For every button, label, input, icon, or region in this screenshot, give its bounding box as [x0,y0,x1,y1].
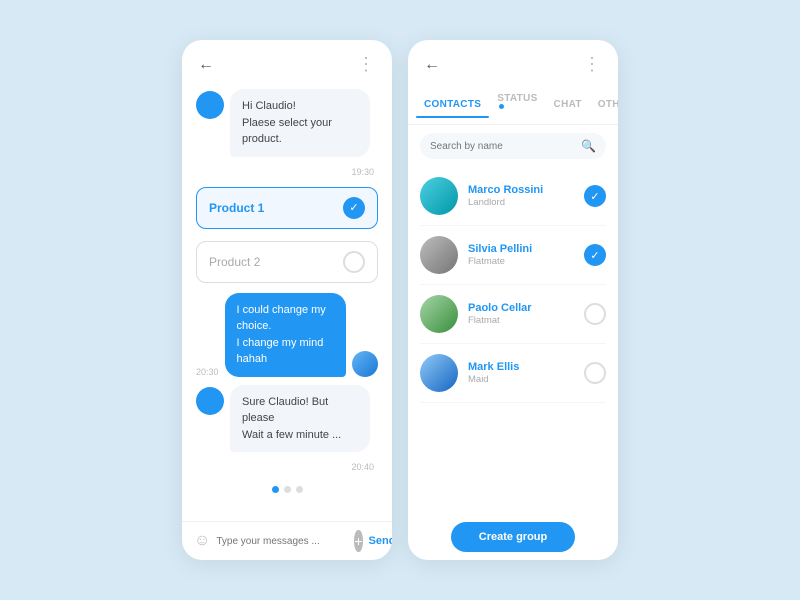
user-avatar-small [352,351,378,377]
contacts-panel: ← ⋮ CONTACTS STATUS CHAT OTHERS 🔍 Marco … [408,40,618,560]
contacts-back-button[interactable]: ← [424,56,440,74]
contact-name-silvia: Silvia Pellini [468,243,574,255]
sent-message-row: 20:30 I could change my choice.I change … [196,293,378,377]
product1-option[interactable]: Product 1 ✓ [196,187,378,229]
contact-avatar-mark [420,354,458,392]
chat-footer: ☺ + Send [182,521,392,560]
dot-2 [284,486,291,493]
contact-info-marco: Marco Rossini Landlord [468,184,574,208]
contacts-list: Marco Rossini Landlord ✓ Silvia Pellini … [408,167,618,514]
checkmark-icon-silvia: ✓ [590,249,599,262]
chat-body: Hi Claudio!Plaese select your product. 1… [182,83,392,521]
sender-avatar-2 [196,387,224,415]
product2-check-empty [343,251,365,273]
tab-others[interactable]: OTHERS [590,89,618,118]
chat-panel: ← ⋮ Hi Claudio!Plaese select your produc… [182,40,392,560]
sent-bubble: I could change my choice.I change my min… [225,293,346,377]
contact-role-paolo: Flatmat [468,315,574,326]
create-group-button[interactable]: Create group [451,522,575,552]
check-circle-marco: ✓ [584,185,606,207]
chat-header: ← ⋮ [182,40,392,83]
contact-avatar-silvia [420,236,458,274]
sent-message-section: 20:30 I could change my choice.I change … [196,293,378,377]
check-empty-mark [584,362,606,384]
tab-status[interactable]: STATUS [489,83,545,124]
contact-avatar-paolo [420,295,458,333]
received-message-row-2: Sure Claudio! But pleaseWait a few minut… [196,385,378,453]
checkmark-icon-marco: ✓ [590,190,599,203]
received-bubble: Hi Claudio!Plaese select your product. [230,89,370,157]
contact-name-paolo: Paolo Cellar [468,302,574,314]
product2-label: Product 2 [209,255,260,269]
product1-label: Product 1 [209,201,264,215]
contact-role-silvia: Flatmate [468,256,574,267]
received-message-row: Hi Claudio!Plaese select your product. [196,89,378,157]
contact-item-mark[interactable]: Mark Ellis Maid [420,344,606,403]
check-empty-paolo [584,303,606,325]
contact-check-paolo [584,303,606,325]
contact-info-mark: Mark Ellis Maid [468,361,574,385]
send-button[interactable]: Send [369,535,392,547]
contact-name-marco: Marco Rossini [468,184,574,196]
add-attachment-button[interactable]: + [354,530,362,552]
message-time-1: 19:30 [196,167,378,177]
chat-back-button[interactable]: ← [198,56,214,74]
contact-info-paolo: Paolo Cellar Flatmat [468,302,574,326]
contacts-more-button[interactable]: ⋮ [583,54,602,75]
dot-3 [296,486,303,493]
contacts-tabs: CONTACTS STATUS CHAT OTHERS [408,83,618,125]
contact-item-silvia[interactable]: Silvia Pellini Flatmate ✓ [420,226,606,285]
product1-check: ✓ [343,197,365,219]
emoji-button[interactable]: ☺ [194,532,210,550]
contact-item-paolo[interactable]: Paolo Cellar Flatmat [420,285,606,344]
contact-avatar-marco [420,177,458,215]
message-time-2: 20:40 [196,462,378,472]
pagination-dots [196,480,378,499]
chat-input[interactable] [216,536,348,547]
contact-check-mark [584,362,606,384]
contact-role-marco: Landlord [468,197,574,208]
tab-contacts[interactable]: CONTACTS [416,89,489,118]
contact-info-silvia: Silvia Pellini Flatmate [468,243,574,267]
chat-more-button[interactable]: ⋮ [357,54,376,75]
search-bar: 🔍 [420,133,606,159]
sender-avatar [196,91,224,119]
check-circle-silvia: ✓ [584,244,606,266]
contact-check-marco: ✓ [584,185,606,207]
checkmark-icon: ✓ [349,201,358,214]
dot-1 [272,486,279,493]
tab-chat[interactable]: CHAT [546,89,590,118]
status-badge-dot [499,104,504,109]
contacts-header: ← ⋮ [408,40,618,83]
contact-check-silvia: ✓ [584,244,606,266]
received-bubble-2: Sure Claudio! But pleaseWait a few minut… [230,385,370,453]
contact-name-mark: Mark Ellis [468,361,574,373]
search-icon: 🔍 [581,139,596,153]
contact-role-mark: Maid [468,374,574,385]
search-input[interactable] [430,141,575,152]
contact-item-marco[interactable]: Marco Rossini Landlord ✓ [420,167,606,226]
sent-time-left: 20:30 [196,367,219,377]
product2-option[interactable]: Product 2 [196,241,378,283]
